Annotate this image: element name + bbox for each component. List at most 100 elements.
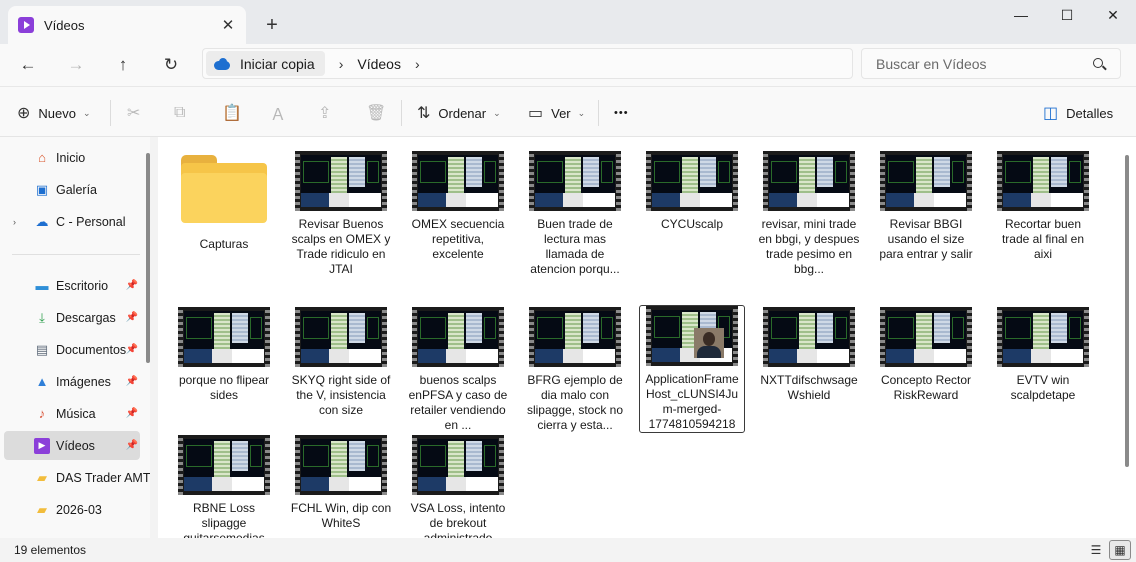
share-button[interactable]: ⇪: [318, 99, 339, 127]
close-window-button[interactable]: ✕: [1090, 0, 1136, 30]
breadcrumb-iniciar-copia[interactable]: Iniciar copia: [206, 51, 325, 76]
more-options-button[interactable]: •••: [614, 99, 629, 127]
tab-videos[interactable]: Vídeos ✕: [8, 6, 246, 44]
video-thumbnail: [529, 307, 621, 367]
video-file-item[interactable]: VSA Loss, intento de brekout administrad…: [405, 435, 511, 538]
sidebar-item-descargas[interactable]: ⤓ Descargas 📌: [4, 303, 140, 332]
video-file-item[interactable]: CYCUscalp: [639, 151, 745, 232]
view-button[interactable]: ▭ Ver ⌄: [528, 99, 585, 127]
sidebar-item-escritorio[interactable]: ▬ Escritorio 📌: [4, 271, 140, 300]
sidebar-item-documentos[interactable]: ▤ Documentos 📌: [4, 335, 140, 364]
sidebar-item-musica[interactable]: ♪ Música 📌: [4, 399, 140, 428]
sidebar-item-inicio[interactable]: ⌂ Inicio: [4, 143, 140, 172]
address-row: ← → ↑ ↻ Iniciar copia › Vídeos ›: [0, 44, 1136, 86]
details-view-button[interactable]: ☰: [1085, 540, 1107, 560]
search-box[interactable]: [861, 48, 1121, 79]
back-button[interactable]: ←: [11, 49, 45, 81]
video-file-item[interactable]: revisar, mini trade en bbgi, y despues t…: [756, 151, 862, 277]
pin-icon[interactable]: 📌: [126, 344, 138, 355]
refresh-button[interactable]: ↻: [154, 49, 188, 81]
file-name-label: BFRG ejemplo de dia malo con slipagge, s…: [526, 373, 624, 432]
copy-icon: ⧉: [174, 104, 186, 121]
cut-button[interactable]: ✂: [127, 99, 148, 127]
video-thumbnail: [295, 307, 387, 367]
video-file-item[interactable]: Revisar BBGI usando el size para entrar …: [873, 151, 979, 262]
video-file-item[interactable]: NXTTdifschwsageWshield: [756, 307, 862, 403]
video-file-item[interactable]: OMEX secuencia repetitiva, excelente: [405, 151, 511, 262]
folder-item[interactable]: Capturas: [171, 151, 277, 252]
video-file-item[interactable]: Concepto Rector RiskReward: [873, 307, 979, 403]
video-thumbnail: [529, 151, 621, 211]
paste-button[interactable]: 📋: [222, 99, 250, 127]
documents-icon: ▤: [35, 341, 49, 357]
new-button[interactable]: ⊕ Nuevo ⌄: [17, 99, 91, 127]
view-icon: ▭: [528, 105, 544, 122]
address-bar[interactable]: Iniciar copia › Vídeos ›: [202, 48, 853, 79]
chevron-down-icon: ⌄: [493, 107, 501, 118]
rename-button[interactable]: Ａ: [270, 99, 294, 127]
breadcrumb-videos[interactable]: Vídeos: [357, 56, 401, 72]
pin-icon[interactable]: 📌: [126, 280, 138, 291]
video-file-item[interactable]: Revisar Buenos scalps en OMEX y Trade ri…: [288, 151, 394, 277]
sidebar-item-videos[interactable]: ▶ Vídeos 📌: [4, 431, 140, 460]
music-icon: ♪: [38, 406, 46, 421]
sidebar-item-galeria[interactable]: ▣ Galería: [4, 175, 140, 204]
video-file-item[interactable]: EVTV win scalpdetape: [990, 307, 1096, 403]
divider: [401, 100, 402, 126]
file-name-label: NXTTdifschwsageWshield: [760, 373, 858, 402]
sort-icon: ⇅: [417, 105, 431, 122]
delete-icon: 🗑: [366, 105, 387, 122]
forward-button[interactable]: →: [59, 49, 93, 81]
up-button[interactable]: ↑: [106, 49, 140, 81]
videos-icon: ▶: [34, 437, 50, 454]
sort-button[interactable]: ⇅ Ordenar ⌄: [417, 99, 501, 127]
video-thumbnail: [880, 151, 972, 211]
file-name-label: buenos scalps enPFSA y caso de retailer …: [408, 373, 508, 432]
search-icon[interactable]: [1090, 54, 1112, 74]
file-name-label: ApplicationFrameHost_cLUNSI4Jum-merged-1…: [645, 372, 739, 431]
downloads-icon: ⤓: [39, 309, 45, 325]
chevron-down-icon: ⌄: [577, 107, 586, 118]
new-tab-button[interactable]: +: [258, 11, 286, 39]
tab-close-icon[interactable]: ✕: [214, 11, 242, 39]
copy-button[interactable]: ⧉: [174, 99, 193, 127]
video-file-item[interactable]: ApplicationFrameHost_cLUNSI4Jum-merged-1…: [639, 305, 745, 433]
video-file-item[interactable]: Recortar buen trade al final en aixi: [990, 151, 1096, 262]
video-file-item[interactable]: buenos scalps enPFSA y caso de retailer …: [405, 307, 511, 433]
navigation-pane: ⌂ Inicio ▣ Galería › ☁ C - Personal ▬ Es…: [0, 137, 150, 538]
pin-icon[interactable]: 📌: [126, 408, 138, 419]
expand-chevron-icon[interactable]: ›: [13, 217, 16, 227]
video-file-item[interactable]: SKYQ right side of the V, insistencia co…: [288, 307, 394, 418]
details-button[interactable]: ◫ Detalles: [1043, 99, 1113, 127]
sidebar-item-2026-03[interactable]: ▰ 2026-03: [4, 495, 140, 524]
sidebar-item-imagenes[interactable]: ▲ Imágenes 📌: [4, 367, 140, 396]
content-scrollbar[interactable]: [1125, 155, 1129, 467]
file-name-label: VSA Loss, intento de brekout administrad…: [410, 501, 506, 538]
video-thumbnail: [763, 151, 855, 211]
delete-button[interactable]: 🗑: [366, 99, 394, 127]
pin-icon[interactable]: 📌: [126, 376, 138, 387]
sidebar-item-das-trader[interactable]: ▰ DAS Trader AMT: [4, 463, 150, 492]
video-file-item[interactable]: BFRG ejemplo de dia malo con slipagge, s…: [522, 307, 628, 433]
sidebar-item-label: Documentos: [56, 342, 127, 357]
view-label: Ver: [551, 105, 571, 121]
video-file-item[interactable]: porque no flipear sides: [171, 307, 277, 403]
breadcrumb-chevron-icon[interactable]: ›: [339, 56, 344, 72]
pin-icon[interactable]: 📌: [126, 312, 138, 323]
file-name-label: Capturas: [199, 237, 249, 251]
maximize-button[interactable]: ☐: [1044, 0, 1090, 30]
sidebar-item-label: Descargas: [56, 310, 116, 325]
sidebar-item-label: Escritorio: [56, 278, 109, 293]
video-file-item[interactable]: RBNE Loss slipagge guitarsemedias: [171, 435, 277, 538]
home-icon: ⌂: [38, 150, 46, 165]
sidebar-item-c-personal[interactable]: › ☁ C - Personal: [4, 207, 140, 236]
large-icons-view-button[interactable]: ▦: [1109, 540, 1131, 560]
minimize-button[interactable]: —: [998, 0, 1044, 30]
file-name-label: CYCUscalp: [660, 217, 723, 231]
breadcrumb-chevron-icon[interactable]: ›: [415, 56, 420, 72]
pin-icon[interactable]: 📌: [126, 440, 138, 451]
search-input[interactable]: [876, 55, 1090, 72]
video-file-item[interactable]: FCHL Win, dip con WhiteS: [288, 435, 394, 531]
sidebar-scrollbar[interactable]: [146, 153, 150, 363]
video-file-item[interactable]: Buen trade de lectura mas llamada de ate…: [522, 151, 628, 277]
